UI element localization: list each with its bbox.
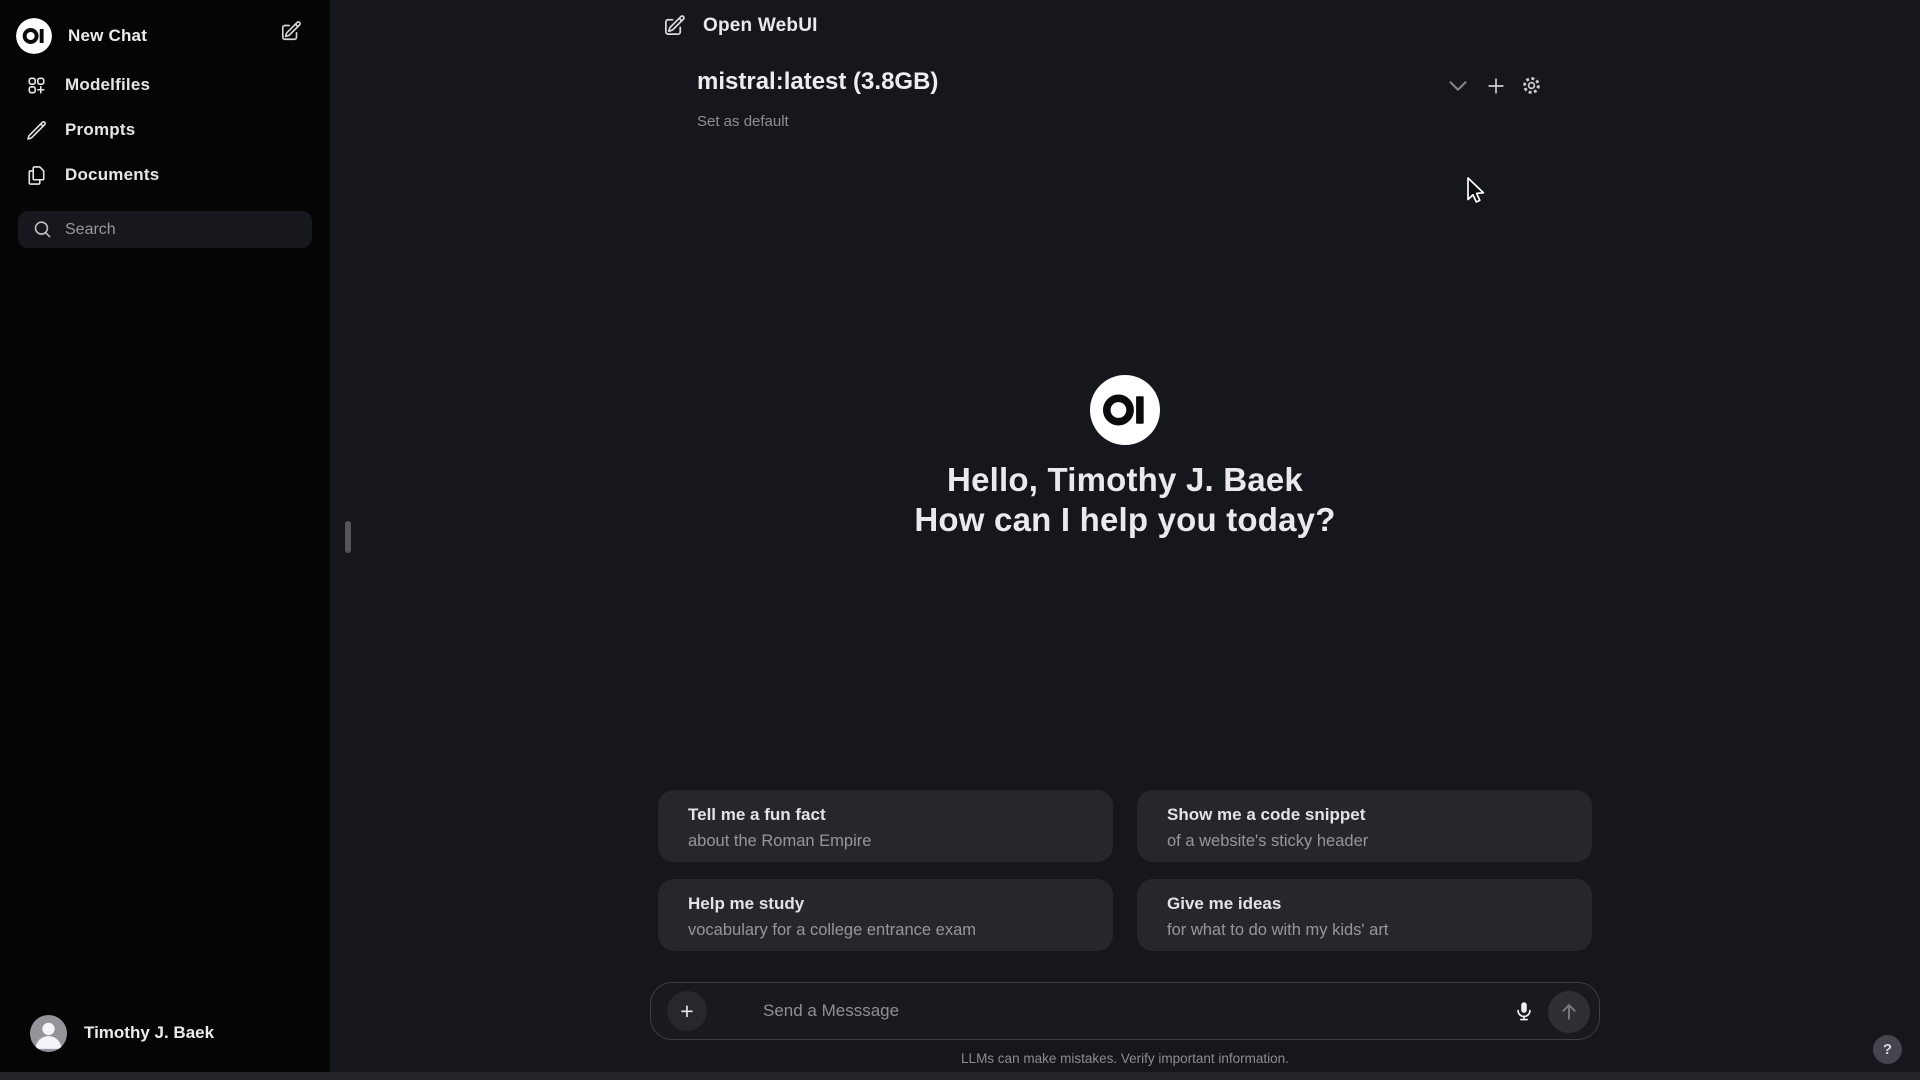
add-model-plus-icon[interactable] [1485,75,1507,97]
send-button[interactable] [1548,991,1590,1033]
suggestion-subtitle: of a website's sticky header [1167,832,1369,850]
chevron-down-icon[interactable] [1446,74,1470,98]
message-input[interactable] [763,983,1343,1039]
suggestion-title: Tell me a fun fact [688,805,826,824]
new-chat-label: New Chat [68,26,148,45]
gear-icon[interactable] [1520,74,1543,97]
model-name[interactable]: mistral:latest (3.8GB) [697,68,938,96]
new-chat-edit-icon[interactable] [279,19,303,43]
new-chat-edit-icon[interactable] [663,14,686,37]
app-title: Open WebUI [703,14,818,36]
sidebar-item-label: Modelfiles [65,75,151,94]
sidebar-item-documents[interactable]: Documents [10,154,320,196]
user-profile-button[interactable]: Timothy J. Baek [12,1010,318,1056]
squares-plus-icon [26,75,47,96]
new-chat-button[interactable]: New Chat [16,16,147,56]
open-webui-app: New Chat Modelfiles Prompts Documents Se… [0,0,1920,1080]
suggestion-card[interactable]: Tell me a fun fact about the Roman Empir… [658,790,1113,862]
suggestion-card[interactable]: Help me study vocabulary for a college e… [658,879,1113,951]
greeting: Hello, Timothy J. Baek How can I help yo… [330,460,1920,540]
openwebui-logo-icon [16,18,52,54]
sidebar-item-label: Documents [65,165,160,184]
app-header: Open WebUI [663,14,818,37]
search-input[interactable] [65,220,295,239]
user-name: Timothy J. Baek [84,1023,215,1042]
greeting-hello: Hello, Timothy J. Baek [947,461,1303,498]
sidebar-item-modelfiles[interactable]: Modelfiles [10,64,320,106]
microphone-icon[interactable] [1513,1000,1535,1022]
greeting-help: How can I help you today? [914,501,1336,538]
sidebar-item-label: Prompts [65,120,136,139]
suggestion-card[interactable]: Show me a code snippet of a website's st… [1137,790,1592,862]
sidebar-item-prompts[interactable]: Prompts [10,109,320,151]
set-as-default-button[interactable]: Set as default [697,113,938,130]
document-duplicate-icon [26,165,47,186]
main-area: Open WebUI mistral:latest (3.8GB) Set as… [330,0,1920,1080]
suggestion-title: Help me study [688,894,805,913]
suggestion-subtitle: vocabulary for a college entrance exam [688,921,976,939]
sidebar: New Chat Modelfiles Prompts Documents Se… [0,0,330,1080]
disclaimer-text: LLMs can make mistakes. Verify important… [961,1051,1289,1066]
pencil-icon [26,120,47,141]
suggestion-title: Show me a code snippet [1167,805,1366,824]
suggestion-subtitle: about the Roman Empire [688,832,872,850]
help-button[interactable]: ? [1873,1035,1902,1064]
suggestion-title: Give me ideas [1167,894,1282,913]
search-box[interactable] [18,211,312,248]
search-icon [33,220,52,239]
bottom-scrollbar[interactable] [0,1072,1920,1080]
avatar [30,1014,67,1052]
suggestion-subtitle: for what to do with my kids' art [1167,921,1389,939]
suggestion-cards: Tell me a fun fact about the Roman Empir… [658,790,1592,951]
attach-plus-button[interactable]: + [667,991,707,1031]
model-selector: mistral:latest (3.8GB) Set as default [697,68,938,130]
message-composer: + [650,982,1600,1040]
openwebui-logo-icon [1090,375,1160,445]
suggestion-card[interactable]: Give me ideas for what to do with my kid… [1137,879,1592,951]
